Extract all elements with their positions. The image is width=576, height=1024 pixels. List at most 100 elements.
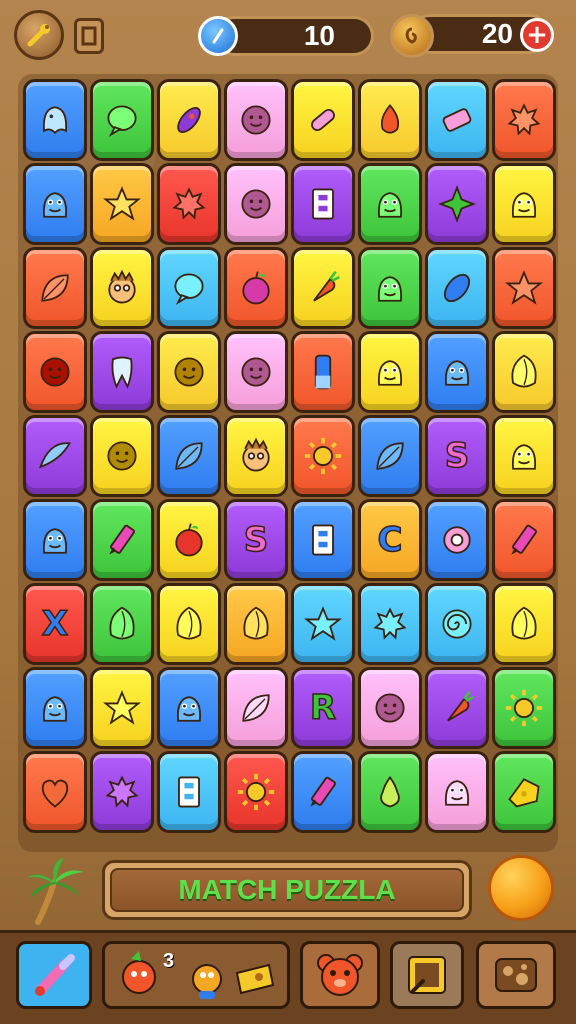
board-tile[interactable]	[224, 583, 288, 665]
board-tile[interactable]	[425, 751, 489, 833]
fish-icon	[35, 436, 75, 476]
board-tile[interactable]	[157, 499, 221, 581]
ball-icon	[169, 352, 209, 392]
leaf-icon	[370, 436, 410, 476]
paintbrush-button[interactable]	[16, 941, 92, 1009]
board-tile[interactable]	[90, 667, 154, 749]
sun-icon	[303, 436, 343, 476]
pause-button[interactable]	[74, 18, 104, 54]
board-tile[interactable]	[358, 79, 422, 161]
face-icon	[236, 100, 276, 140]
board-tile[interactable]	[492, 331, 556, 413]
board-tile[interactable]	[224, 79, 288, 161]
board-tile[interactable]	[23, 331, 87, 413]
ring-icon	[437, 520, 477, 560]
board-tile[interactable]	[224, 247, 288, 329]
board-tile[interactable]	[157, 79, 221, 161]
board-tile[interactable]	[492, 499, 556, 581]
board-tile[interactable]	[90, 79, 154, 161]
board-tile[interactable]	[492, 79, 556, 161]
board-tile[interactable]	[358, 751, 422, 833]
board-tile[interactable]	[224, 667, 288, 749]
board-tile[interactable]	[425, 667, 489, 749]
board-tile[interactable]	[157, 163, 221, 245]
board-tile[interactable]	[224, 751, 288, 833]
board-tile[interactable]	[90, 163, 154, 245]
monster-icon	[35, 184, 75, 224]
orange-coin-icon[interactable]	[488, 855, 554, 921]
board-tile[interactable]	[425, 247, 489, 329]
board-tile[interactable]	[492, 163, 556, 245]
board-tile[interactable]	[157, 751, 221, 833]
board-tile[interactable]	[291, 163, 355, 245]
shell-icon	[236, 604, 276, 644]
board-tile[interactable]: R	[291, 667, 355, 749]
cheese-icon	[504, 772, 544, 812]
board-tile[interactable]: S	[224, 499, 288, 581]
board-tile[interactable]	[291, 247, 355, 329]
board-tile[interactable]	[291, 751, 355, 833]
board-tile[interactable]	[23, 415, 87, 497]
board-tile[interactable]	[90, 499, 154, 581]
plus-icon[interactable]: +	[520, 18, 554, 52]
frame-button[interactable]	[390, 941, 464, 1009]
board-tile[interactable]	[492, 415, 556, 497]
board-tile[interactable]	[90, 583, 154, 665]
board-tile[interactable]	[224, 331, 288, 413]
board-tile[interactable]: S	[425, 415, 489, 497]
board-tile[interactable]	[358, 583, 422, 665]
board-tile[interactable]	[358, 247, 422, 329]
board-tile[interactable]	[157, 583, 221, 665]
board-tile[interactable]	[425, 163, 489, 245]
board-tile[interactable]	[358, 163, 422, 245]
sun-icon	[236, 772, 276, 812]
board-tile[interactable]	[23, 499, 87, 581]
board-tile[interactable]	[291, 415, 355, 497]
characters-button[interactable]: 3	[102, 941, 290, 1009]
board-tile[interactable]	[291, 499, 355, 581]
board-tile[interactable]	[23, 247, 87, 329]
board-tile[interactable]	[358, 667, 422, 749]
wrench-button[interactable]	[14, 10, 64, 60]
board-tile[interactable]	[425, 499, 489, 581]
palm-tree-icon	[20, 856, 90, 926]
board-tile[interactable]	[492, 667, 556, 749]
rock-button[interactable]	[476, 941, 556, 1009]
board-tile[interactable]	[358, 415, 422, 497]
crayon-icon	[303, 772, 343, 812]
board-tile[interactable]	[492, 751, 556, 833]
ball-icon	[102, 436, 142, 476]
leaf-icon	[169, 436, 209, 476]
board-tile[interactable]	[90, 415, 154, 497]
board-tile[interactable]	[492, 583, 556, 665]
shell-icon	[102, 604, 142, 644]
board-tile[interactable]	[425, 331, 489, 413]
board-tile[interactable]	[425, 583, 489, 665]
bear-button[interactable]	[300, 941, 380, 1009]
board-tile[interactable]	[291, 331, 355, 413]
board-tile[interactable]	[358, 331, 422, 413]
board-tile[interactable]	[224, 415, 288, 497]
board-tile[interactable]	[492, 247, 556, 329]
board-tile[interactable]: C	[358, 499, 422, 581]
splat-icon	[504, 100, 544, 140]
board-tile[interactable]	[157, 667, 221, 749]
face-icon	[236, 352, 276, 392]
board-tile[interactable]	[23, 79, 87, 161]
board-tile[interactable]	[291, 583, 355, 665]
board-tile[interactable]	[157, 415, 221, 497]
board-tile[interactable]	[23, 751, 87, 833]
board-tile[interactable]	[157, 247, 221, 329]
board-tile[interactable]	[90, 247, 154, 329]
board-tile[interactable]: X	[23, 583, 87, 665]
board-tile[interactable]	[23, 667, 87, 749]
board-tile[interactable]	[425, 79, 489, 161]
star-icon	[303, 604, 343, 644]
board-tile[interactable]	[224, 163, 288, 245]
board-tile[interactable]	[23, 163, 87, 245]
board-tile[interactable]	[90, 331, 154, 413]
board-tile[interactable]	[90, 751, 154, 833]
pause-icon	[81, 26, 97, 46]
board-tile[interactable]	[157, 331, 221, 413]
board-tile[interactable]	[291, 79, 355, 161]
